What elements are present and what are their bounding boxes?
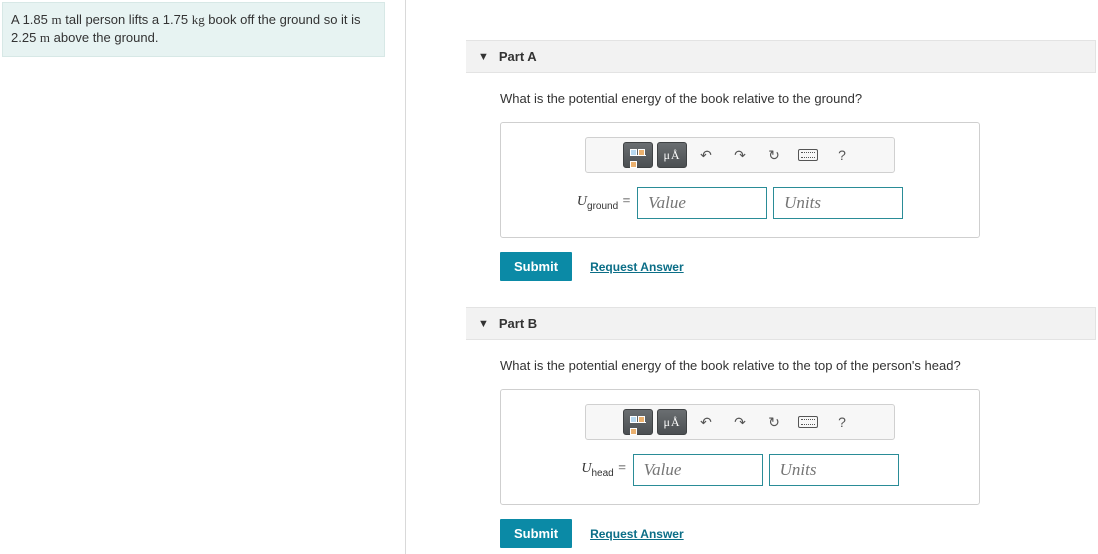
template-icon[interactable] <box>623 409 653 435</box>
part-a-submit-button[interactable]: Submit <box>500 252 572 281</box>
help-icon[interactable]: ? <box>827 142 857 168</box>
undo-icon[interactable]: ↶ <box>691 142 721 168</box>
caret-down-icon: ▼ <box>478 51 489 63</box>
reset-icon[interactable]: ↻ <box>759 409 789 435</box>
template-icon[interactable] <box>623 142 653 168</box>
caret-down-icon: ▼ <box>478 318 489 330</box>
part-a-toolbar: μÅ ↶ ↷ ↻ ? <box>585 137 895 173</box>
keyboard-icon[interactable] <box>793 142 823 168</box>
part-b-answer-box: μÅ ↶ ↷ ↻ ? Uhead = <box>500 389 980 505</box>
reset-icon[interactable]: ↻ <box>759 142 789 168</box>
part-a-label: Part A <box>499 49 537 64</box>
part-b-variable-label: Uhead = <box>581 461 626 479</box>
part-b-value-input[interactable] <box>633 454 763 486</box>
part-a-answer-box: μÅ ↶ ↷ ↻ ? Uground = <box>500 122 980 238</box>
part-b-question: What is the potential energy of the book… <box>500 358 1080 373</box>
redo-icon[interactable]: ↷ <box>725 142 755 168</box>
part-a-header[interactable]: ▼ Part A <box>466 40 1096 73</box>
part-b-header[interactable]: ▼ Part B <box>466 307 1096 340</box>
redo-icon[interactable]: ↷ <box>725 409 755 435</box>
undo-icon[interactable]: ↶ <box>691 409 721 435</box>
part-a-question: What is the potential energy of the book… <box>500 91 1080 106</box>
symbols-icon[interactable]: μÅ <box>657 142 687 168</box>
keyboard-icon[interactable] <box>793 409 823 435</box>
part-b-submit-button[interactable]: Submit <box>500 519 572 548</box>
symbols-icon[interactable]: μÅ <box>657 409 687 435</box>
part-a-value-input[interactable] <box>637 187 767 219</box>
part-b-request-answer-link[interactable]: Request Answer <box>590 527 684 541</box>
problem-statement: A 1.85 m tall person lifts a 1.75 kg boo… <box>2 2 385 57</box>
part-a-units-input[interactable] <box>773 187 903 219</box>
part-a-request-answer-link[interactable]: Request Answer <box>590 260 684 274</box>
part-b-label: Part B <box>499 316 537 331</box>
part-b-units-input[interactable] <box>769 454 899 486</box>
help-icon[interactable]: ? <box>827 409 857 435</box>
part-b-toolbar: μÅ ↶ ↷ ↻ ? <box>585 404 895 440</box>
part-a-variable-label: Uground = <box>577 194 631 212</box>
